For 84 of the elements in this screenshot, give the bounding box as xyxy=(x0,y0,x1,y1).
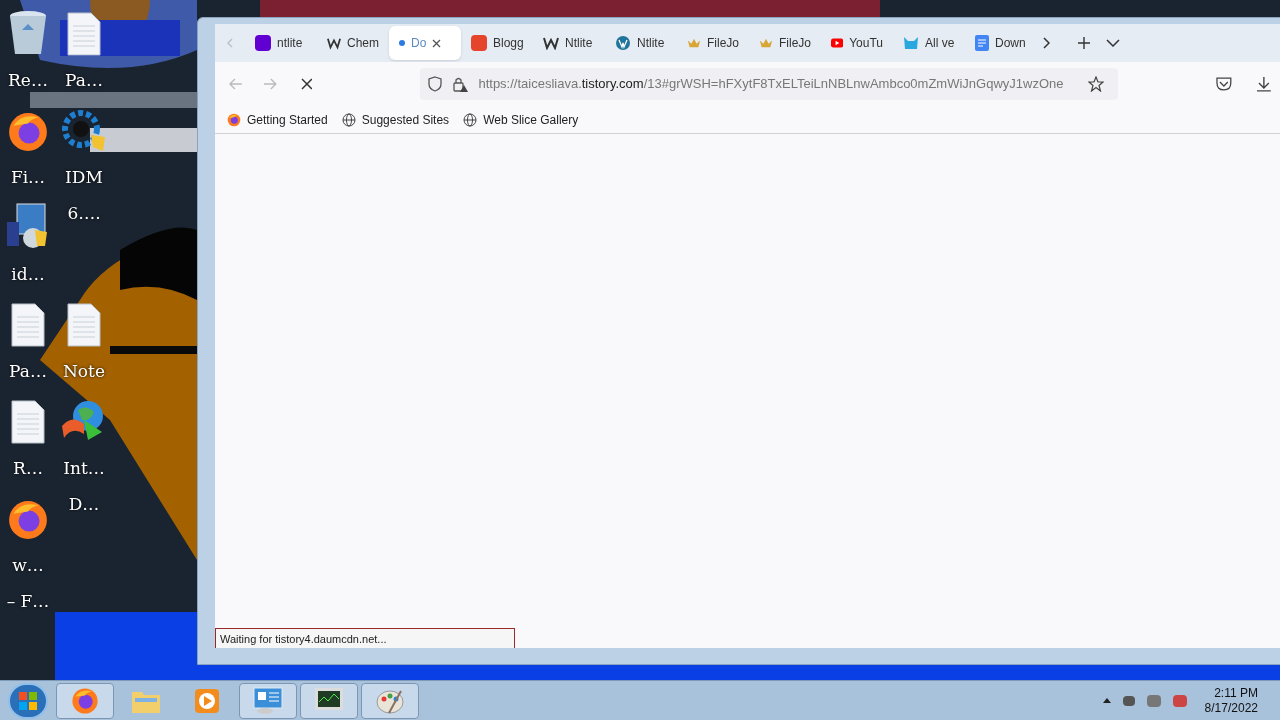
shield-icon xyxy=(428,76,443,92)
firefox-icon xyxy=(71,686,99,715)
desktop-icon-label[interactable]: Note xyxy=(63,360,105,382)
globe-icon xyxy=(463,112,478,127)
speaker-icon[interactable] xyxy=(1172,694,1187,707)
bookmark-item[interactable]: Suggested Sites xyxy=(341,110,450,129)
star-icon[interactable] xyxy=(1088,76,1105,92)
document-icon xyxy=(11,400,45,444)
browser-tab[interactable]: Ntlite xyxy=(605,26,677,60)
desktop-icon-label[interactable]: Re… xyxy=(8,69,48,91)
browser-tab[interactable]: FileJo xyxy=(749,26,821,60)
wordpress-icon xyxy=(615,35,631,51)
tab-title: ntlite xyxy=(277,35,303,52)
tab-title: Ntlite xyxy=(637,35,665,52)
browser-tab[interactable]: ntlite xyxy=(245,26,317,60)
desktop-icon-label[interactable]: w… xyxy=(12,554,44,576)
browser-tab[interactable]: All ve xyxy=(893,26,965,60)
media-player-icon xyxy=(195,688,219,713)
lock-warning-icon xyxy=(452,76,469,92)
desktop-icon-label[interactable]: R… xyxy=(13,457,43,479)
download-icon[interactable] xyxy=(1256,76,1272,92)
tab-title: All ve xyxy=(925,35,955,52)
document-icon xyxy=(11,303,45,347)
w-logo-icon xyxy=(327,36,341,50)
document-icon xyxy=(67,12,101,56)
browser-tab[interactable]: Down xyxy=(965,26,1037,60)
firefox-icon xyxy=(7,111,49,153)
browser-tab[interactable]: Chem xyxy=(317,26,389,60)
desktop-icon-label[interactable]: Int… xyxy=(63,457,105,479)
browser-tab[interactable]: FileJo xyxy=(677,26,749,60)
pocket-icon[interactable] xyxy=(1216,77,1233,91)
crown-icon xyxy=(687,37,701,49)
w-logo-icon xyxy=(543,36,559,50)
status-text: Waiting for tistory4.daumcdn.net... xyxy=(215,628,515,648)
browser-tab[interactable]: Do xyxy=(389,26,461,60)
bookmark-item[interactable]: Getting Started xyxy=(227,110,328,129)
network-icon[interactable] xyxy=(1146,694,1161,707)
taskbar-button[interactable] xyxy=(56,682,114,719)
stop-icon[interactable] xyxy=(300,78,313,90)
control-panel-icon xyxy=(253,686,283,715)
browser-tab[interactable]: YouTu xyxy=(821,26,893,60)
clock-time[interactable]: 2:11 PM xyxy=(1214,685,1258,701)
firefox-icon xyxy=(227,112,241,127)
desktop-icon-label[interactable]: IDM xyxy=(65,166,103,188)
tab-title: YouTu xyxy=(849,35,883,52)
browser-tab[interactable]: Ntlite xyxy=(533,26,605,60)
tray-arrow-icon[interactable] xyxy=(1102,698,1111,703)
tab-title: FileJo xyxy=(779,35,811,52)
youtube-icon xyxy=(831,37,844,49)
tab-title: Chem xyxy=(347,35,379,52)
start-button[interactable] xyxy=(8,682,48,719)
document-icon xyxy=(975,35,989,51)
crown-icon xyxy=(759,37,773,49)
tray-icon[interactable] xyxy=(1122,695,1135,706)
firefox-icon xyxy=(7,499,49,541)
address-bar[interactable]: https://taicesliava.tistory.com/13#grWSH=hFXytF8TxELTeiLnNBLnwAmbco0mZmWiJnGqwyJ1wzOne xyxy=(420,68,1119,100)
windows-logo-icon xyxy=(19,691,37,710)
browser-tab[interactable]: Blogg xyxy=(461,26,533,60)
gear-icon xyxy=(61,107,107,153)
desktop-icon-label[interactable]: D… xyxy=(68,493,100,515)
bookmark-item[interactable]: Web Slice Gallery xyxy=(463,110,579,129)
tab-title: Do xyxy=(411,35,427,52)
tab-title: Blogg xyxy=(493,35,524,52)
url-text: https://taicesliava.tistory.com/13#grWSH=hFXytF8TxELTeiLnNBLnwAmbco0mZmWiJnGqwyJ1wzOne xyxy=(478,75,1065,94)
document-icon xyxy=(67,303,101,347)
desktop-icon-label[interactable]: id… xyxy=(11,263,45,285)
desktop-icon-label[interactable]: Pa… xyxy=(65,69,103,91)
taskbar-button[interactable] xyxy=(300,682,358,719)
desktop-icon-label[interactable]: – F… xyxy=(6,590,50,612)
close-icon[interactable] xyxy=(432,38,442,48)
desktop-icon-label[interactable]: Pa… xyxy=(9,360,47,382)
desktop-icon-label[interactable]: 6…. xyxy=(67,202,101,224)
scroll-right-icon[interactable] xyxy=(1043,37,1050,49)
yahoo-icon xyxy=(255,35,271,51)
tab-title: FileJo xyxy=(707,35,739,52)
tab-title: Down xyxy=(995,35,1026,52)
new-tab-icon[interactable] xyxy=(1078,37,1090,49)
clock-date[interactable]: 8/17/2022 xyxy=(1204,700,1258,716)
globe-icon xyxy=(341,112,356,127)
blog-icon xyxy=(471,35,487,51)
tab-title: Ntlite xyxy=(565,35,593,52)
cat-icon xyxy=(903,36,919,50)
desktop-icon-label[interactable]: Fi… xyxy=(10,166,46,188)
chevron-down-icon[interactable] xyxy=(1106,39,1120,47)
